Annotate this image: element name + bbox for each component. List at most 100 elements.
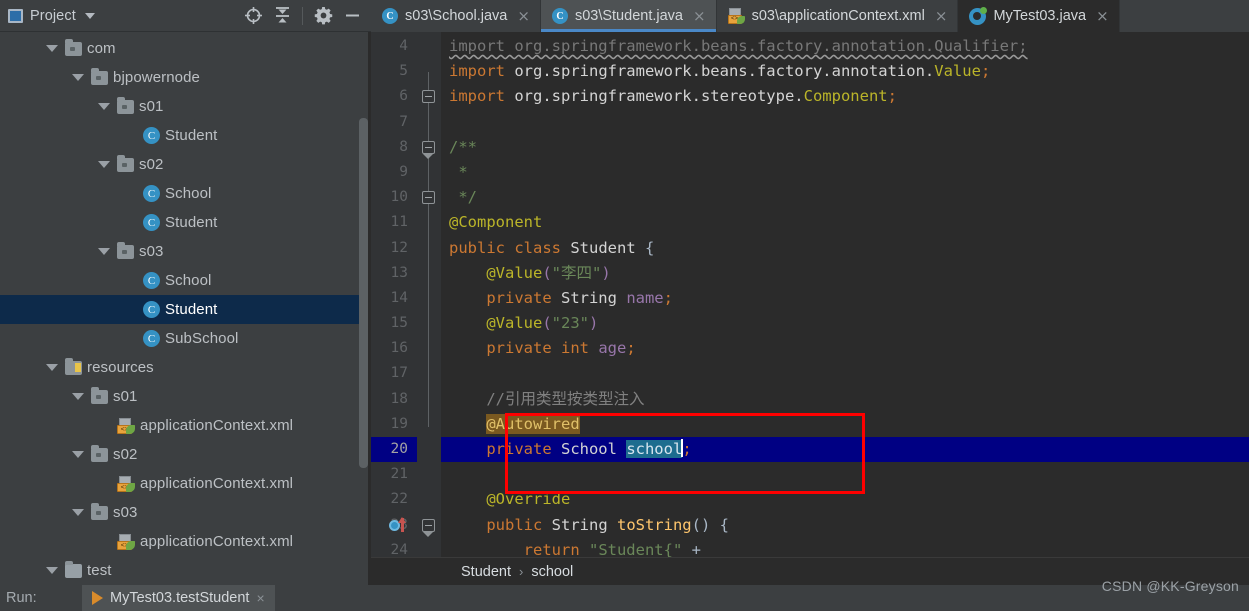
code-token: String	[560, 288, 627, 307]
code-token: @Override	[486, 490, 571, 509]
code-line[interactable]: /**	[441, 135, 1249, 160]
hide-panel-icon[interactable]	[339, 3, 365, 29]
tree-node-student[interactable]: C Student	[0, 208, 371, 237]
tree-node-school[interactable]: C School	[0, 266, 371, 295]
tree-node-resources[interactable]: resources	[0, 353, 371, 382]
code-token: @Component	[449, 213, 543, 232]
fold-toggle-icon[interactable]	[422, 90, 435, 104]
fold-toggle-icon[interactable]	[422, 191, 435, 205]
code-line[interactable]: private String name;	[441, 286, 1249, 311]
tree-node-s01[interactable]: s01	[0, 382, 371, 411]
java-test-icon	[969, 6, 988, 25]
code-line[interactable]: @Value("李四")	[441, 261, 1249, 286]
code-line[interactable]: @Override	[441, 487, 1249, 512]
tree-node-student[interactable]: C Student	[0, 295, 371, 324]
code-line[interactable]: import org.springframework.beans.factory…	[441, 34, 1249, 59]
code-token: //引用类型按类型注入	[486, 389, 645, 408]
breadcrumb-item[interactable]: school	[531, 564, 573, 580]
tree-node-s01[interactable]: s01	[0, 92, 371, 121]
expand-arrow-icon[interactable]	[72, 451, 84, 458]
tree-node-bjpowernode[interactable]: bjpowernode	[0, 63, 371, 92]
tree-node-com[interactable]: com	[0, 34, 371, 63]
code-token: org.springframework.beans.factory.annota…	[514, 62, 935, 81]
chevron-down-icon[interactable]	[84, 12, 95, 19]
code-line[interactable]: */	[441, 185, 1249, 210]
expand-arrow-icon[interactable]	[72, 393, 84, 400]
code-line[interactable]: private School school;	[441, 437, 1249, 463]
project-panel-header: Project	[0, 0, 371, 32]
tree-node-label: School	[165, 272, 212, 289]
editor-tab[interactable]: C s03\School.java ×	[371, 0, 541, 32]
close-icon[interactable]: ×	[693, 8, 706, 24]
tree-node-applicationcontext-xml[interactable]: <> applicationContext.xml	[0, 411, 371, 440]
collapse-all-icon[interactable]	[269, 3, 295, 29]
tree-node-subschool[interactable]: C SubSchool	[0, 324, 371, 353]
fold-row	[417, 387, 441, 412]
expand-arrow-icon[interactable]	[72, 74, 84, 81]
editor-tab[interactable]: <> s03\applicationContext.xml ×	[716, 0, 959, 32]
code-text[interactable]: import org.springframework.beans.factory…	[441, 32, 1249, 557]
tree-node-test[interactable]: test	[0, 556, 371, 585]
run-panel-label[interactable]: Run:	[0, 590, 82, 606]
expand-arrow-icon[interactable]	[98, 248, 110, 255]
code-token: (	[542, 263, 552, 282]
tree-node-s02[interactable]: s02	[0, 150, 371, 179]
close-icon[interactable]: ×	[935, 8, 948, 24]
expand-arrow-icon[interactable]	[46, 364, 58, 371]
project-scrollbar[interactable]	[359, 118, 368, 468]
tree-node-s02[interactable]: s02	[0, 440, 371, 469]
code-token: name	[626, 288, 664, 307]
code-editor: 456789101112131415161718192021222324 imp…	[371, 32, 1249, 585]
code-folding-gutter[interactable]	[389, 32, 441, 557]
locate-icon[interactable]	[240, 3, 266, 29]
project-title-dropdown[interactable]: Project	[8, 8, 95, 24]
tree-node-label: Student	[165, 301, 218, 318]
close-icon[interactable]: ×	[517, 8, 530, 24]
code-token: (	[542, 314, 552, 333]
code-line[interactable]: import org.springframework.stereotype.Co…	[441, 84, 1249, 109]
editor-tab[interactable]: MyTest03.java ×	[958, 0, 1120, 32]
folder-icon	[91, 502, 108, 520]
expand-arrow-icon[interactable]	[98, 103, 110, 110]
expand-arrow-icon[interactable]	[72, 509, 84, 516]
code-token: private	[486, 440, 561, 458]
expand-arrow-icon[interactable]	[98, 161, 110, 168]
code-token: "李四"	[551, 263, 602, 282]
fold-toggle-icon[interactable]	[422, 140, 435, 154]
fold-row	[417, 34, 441, 59]
tree-node-s03[interactable]: s03	[0, 498, 371, 527]
code-line[interactable]	[441, 110, 1249, 135]
code-line[interactable]: import org.springframework.beans.factory…	[441, 59, 1249, 84]
settings-gear-icon[interactable]	[310, 3, 336, 29]
close-icon[interactable]: ×	[256, 590, 264, 606]
code-line[interactable]	[441, 462, 1249, 487]
run-configuration-tab[interactable]: MyTest03.testStudent ×	[82, 585, 275, 611]
code-line[interactable]: @Value("23")	[441, 311, 1249, 336]
fold-toggle-icon[interactable]	[422, 518, 435, 532]
tree-node-label: s01	[139, 98, 164, 115]
breadcrumb-item[interactable]: Student	[461, 564, 511, 580]
expand-arrow-icon[interactable]	[46, 567, 58, 574]
tree-node-school[interactable]: C School	[0, 179, 371, 208]
code-line[interactable]: @Autowired	[441, 412, 1249, 437]
code-line[interactable]: public class Student {	[441, 236, 1249, 261]
code-line[interactable]: private int age;	[441, 336, 1249, 361]
code-line[interactable]: *	[441, 160, 1249, 185]
code-line[interactable]: public String toString() {	[441, 513, 1249, 538]
tree-node-student[interactable]: C Student	[0, 121, 371, 150]
code-line[interactable]: @Component	[441, 210, 1249, 235]
java-class-icon: C	[143, 214, 160, 231]
close-icon[interactable]: ×	[1096, 8, 1109, 24]
code-line[interactable]	[441, 361, 1249, 386]
code-line[interactable]: return "Student{" +	[441, 538, 1249, 557]
tree-node-applicationcontext-xml[interactable]: <> applicationContext.xml	[0, 527, 371, 556]
code-line[interactable]: //引用类型按类型注入	[441, 387, 1249, 412]
override-method-icon[interactable]	[389, 516, 413, 533]
editor-tab-active[interactable]: C s03\Student.java ×	[540, 0, 717, 32]
breadcrumb-separator-icon: ›	[519, 564, 524, 579]
tree-node-applicationcontext-xml[interactable]: <> applicationContext.xml	[0, 469, 371, 498]
tree-node-s03[interactable]: s03	[0, 237, 371, 266]
expand-arrow-icon[interactable]	[46, 45, 58, 52]
